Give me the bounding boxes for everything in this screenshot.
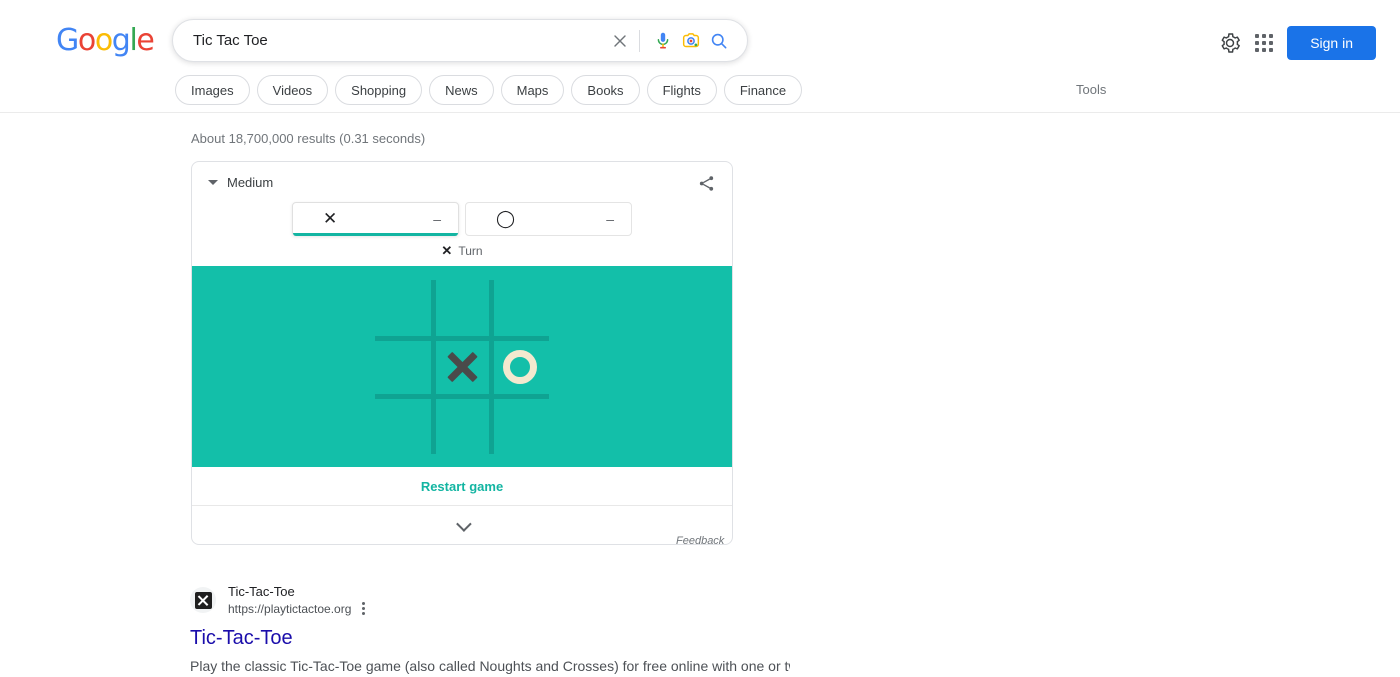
cell-2-2[interactable] xyxy=(491,396,549,454)
search-result: Tic-Tac-Toe https://playtictactoe.org Ti… xyxy=(190,583,790,677)
chip-news[interactable]: News xyxy=(429,75,494,105)
feedback-link[interactable]: Feedback xyxy=(676,535,724,547)
restart-row: Restart game xyxy=(192,467,732,506)
search-bar[interactable] xyxy=(172,19,748,62)
search-header: Google Tic Tac Toe Images Videos Shoppin… xyxy=(0,0,1400,113)
cell-2-0[interactable] xyxy=(375,396,433,454)
cell-0-0[interactable] xyxy=(375,280,433,338)
difficulty-label: Medium xyxy=(227,175,274,190)
game-board-area xyxy=(192,266,732,467)
result-title-link[interactable]: Tic-Tac-Toe xyxy=(190,625,790,651)
player-x-mark: ✕ xyxy=(323,209,338,228)
chip-books[interactable]: Books xyxy=(571,75,640,105)
microphone-icon[interactable] xyxy=(649,27,677,55)
turn-indicator: ✕ Turn xyxy=(192,243,732,259)
result-site-name: Tic-Tac-Toe xyxy=(228,584,295,599)
cell-1-2[interactable] xyxy=(491,338,549,396)
cell-0-2[interactable] xyxy=(491,280,549,338)
close-icon[interactable] xyxy=(606,27,634,55)
divider xyxy=(639,29,640,52)
google-lens-icon[interactable] xyxy=(677,27,705,55)
chip-maps[interactable]: Maps xyxy=(500,75,565,105)
result-snippet: Play the classic Tic-Tac-Toe game (also … xyxy=(190,658,790,674)
cell-1-1[interactable] xyxy=(433,338,491,396)
turn-mark: ✕ xyxy=(441,243,453,258)
turn-label: Turn xyxy=(458,244,483,258)
header-actions: Sign in xyxy=(1219,26,1376,60)
chip-images[interactable]: Images xyxy=(175,75,250,105)
cell-0-1[interactable] xyxy=(433,280,491,338)
chevron-down-icon xyxy=(455,515,472,532)
player-x-score: – xyxy=(433,211,441,227)
chevron-down-icon xyxy=(208,180,218,185)
result-header: Tic-Tac-Toe https://playtictactoe.org xyxy=(190,583,790,617)
player-o-mark: ◯ xyxy=(496,209,516,228)
search-icon[interactable] xyxy=(705,27,733,55)
google-logo[interactable]: Google xyxy=(56,25,155,57)
gear-icon[interactable] xyxy=(1219,32,1241,54)
more-options-icon[interactable] xyxy=(360,600,367,617)
share-icon[interactable] xyxy=(697,174,716,198)
restart-game-button[interactable]: Restart game xyxy=(421,479,503,494)
sign-in-button[interactable]: Sign in xyxy=(1287,26,1376,60)
expand-widget-button[interactable] xyxy=(192,506,732,544)
tic-tac-toe-widget: Medium ✕ – ◯ – ✕ Turn Restart game xyxy=(191,161,733,545)
game-header: Medium ✕ – ◯ – ✕ Turn xyxy=(192,162,732,266)
chip-videos[interactable]: Videos xyxy=(256,75,329,105)
score-card-o[interactable]: ◯ – xyxy=(465,202,632,236)
result-url: https://playtictactoe.org xyxy=(228,601,352,616)
filter-chips: Images Videos Shopping News Maps Books F… xyxy=(175,75,803,105)
search-input[interactable] xyxy=(173,20,606,61)
chip-finance[interactable]: Finance xyxy=(723,75,803,105)
results-count: About 18,700,000 results (0.31 seconds) xyxy=(191,131,426,146)
board-mark-o xyxy=(503,349,537,384)
board-mark-x xyxy=(444,349,480,385)
chip-shopping[interactable]: Shopping xyxy=(335,75,423,105)
cell-2-1[interactable] xyxy=(433,396,491,454)
tools-button[interactable]: Tools xyxy=(1076,82,1106,97)
chip-flights[interactable]: Flights xyxy=(646,75,717,105)
apps-grid-icon[interactable] xyxy=(1255,34,1274,52)
score-cards: ✕ – ◯ – xyxy=(292,202,632,236)
cell-1-0[interactable] xyxy=(375,338,433,396)
tic-tac-toe-favicon xyxy=(190,587,216,613)
player-o-score: – xyxy=(606,211,614,227)
game-board xyxy=(375,279,549,454)
score-card-x[interactable]: ✕ – xyxy=(292,202,459,236)
difficulty-selector[interactable]: Medium xyxy=(208,175,273,190)
